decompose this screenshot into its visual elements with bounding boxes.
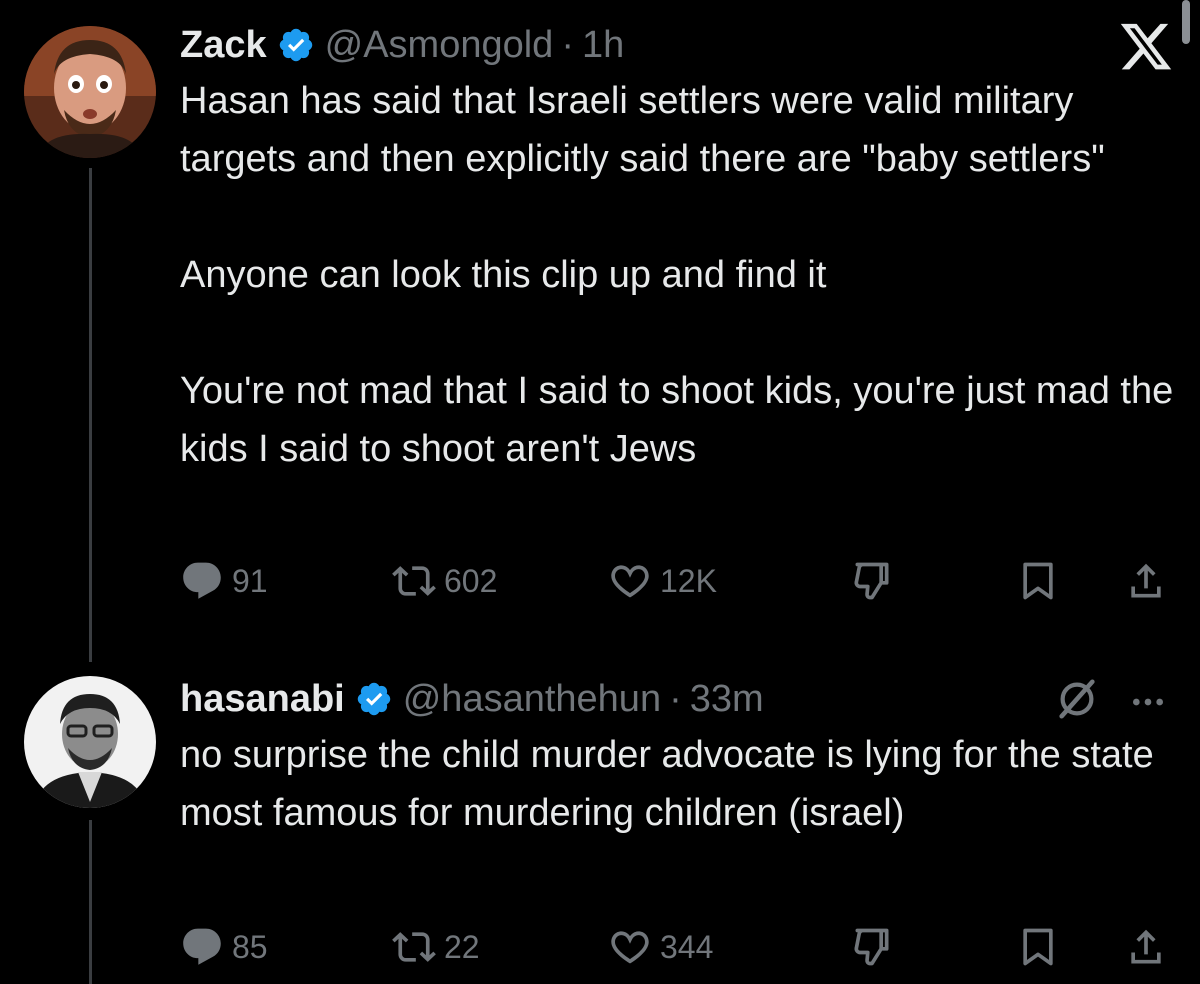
like-count: 344: [660, 928, 714, 965]
like-button[interactable]: 12K: [608, 556, 717, 606]
share-icon: [1131, 929, 1161, 964]
avatar-zack[interactable]: [24, 26, 156, 158]
tweet-header: hasanabi @hasanthehun · 33m: [180, 674, 1180, 724]
like-button[interactable]: 344: [608, 922, 713, 972]
tweet-actions: 91 602 12K: [180, 556, 1180, 606]
retweet-button[interactable]: 22: [392, 922, 480, 972]
dislike-button[interactable]: [850, 556, 894, 606]
dislike-button[interactable]: [850, 922, 894, 972]
tweet-paragraph: no surprise the child murder advocate is…: [180, 734, 1154, 834]
heart-icon: [611, 931, 649, 964]
author-handle[interactable]: @Asmongold: [325, 24, 554, 67]
tweet-paragraph: You're not mad that I said to shoot kids…: [180, 370, 1174, 470]
share-button[interactable]: [1124, 556, 1168, 606]
heart-icon: [611, 565, 649, 598]
like-count: 12K: [660, 562, 717, 599]
thumbs-down-icon: [854, 562, 889, 600]
bookmark-icon: [1023, 562, 1053, 600]
thread-line: [89, 168, 92, 662]
reply-icon: [183, 928, 221, 965]
reply-button[interactable]: 85: [180, 922, 268, 972]
retweet-count: 602: [444, 562, 498, 599]
bookmark-button[interactable]: [1016, 556, 1060, 606]
tweet-paragraph: Hasan has said that Israeli settlers wer…: [180, 80, 1105, 180]
retweet-button[interactable]: 602: [392, 556, 497, 606]
reply-count: 85: [232, 928, 268, 965]
tweet-header: Zack @Asmongold · 1h: [180, 20, 1180, 70]
share-icon: [1131, 563, 1161, 598]
author-name[interactable]: hasanabi: [180, 678, 345, 721]
verified-badge-icon: [357, 682, 390, 716]
tweet-asmongold[interactable]: Zack @Asmongold · 1h Hasan has said that…: [180, 20, 1180, 478]
avatar-hasanabi[interactable]: [24, 676, 156, 808]
author-name[interactable]: Zack: [180, 24, 267, 67]
separator: ·: [669, 677, 682, 720]
author-handle[interactable]: @hasanthehun: [403, 678, 661, 721]
tweet-text: Hasan has said that Israeli settlers wer…: [180, 72, 1180, 478]
retweet-count: 22: [444, 928, 480, 965]
tweet-text: no surprise the child murder advocate is…: [180, 726, 1160, 842]
timestamp[interactable]: 1h: [582, 24, 624, 67]
tweet-paragraph: Anyone can look this clip up and find it: [180, 254, 827, 296]
thread-line: [89, 820, 92, 984]
timestamp[interactable]: 33m: [690, 678, 764, 721]
reply-count: 91: [232, 562, 268, 599]
share-button[interactable]: [1124, 922, 1168, 972]
bookmark-icon: [1023, 928, 1053, 966]
thumbs-down-icon: [854, 928, 889, 966]
tweet-hasanabi[interactable]: hasanabi @hasanthehun · 33m no surprise …: [180, 674, 1180, 842]
tweet-actions: 85 22 344: [180, 922, 1180, 972]
reply-icon: [183, 562, 221, 599]
bookmark-button[interactable]: [1016, 922, 1060, 972]
reply-button[interactable]: 91: [180, 556, 268, 606]
separator: ·: [561, 23, 574, 66]
retweet-icon: [392, 932, 436, 962]
scrollbar[interactable]: [1182, 0, 1190, 44]
verified-badge-icon: [279, 28, 312, 62]
retweet-icon: [392, 566, 436, 596]
